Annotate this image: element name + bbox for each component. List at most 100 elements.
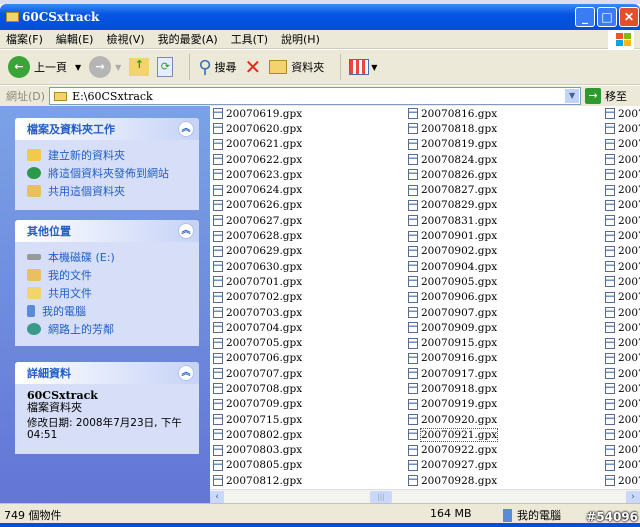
dropdown-arrow-icon[interactable]: ▼: [115, 63, 121, 72]
file-item[interactable]: 2007: [605, 335, 640, 350]
file-item[interactable]: 2007: [605, 381, 640, 396]
file-item[interactable]: 20070917.gpx: [408, 366, 497, 381]
file-item[interactable]: 20070704.gpx: [213, 320, 302, 335]
file-item[interactable]: 2007: [605, 290, 640, 305]
forward-button[interactable]: → ▼: [89, 56, 121, 78]
file-item[interactable]: 2007: [605, 366, 640, 381]
place-my-documents[interactable]: 我的文件: [27, 266, 189, 284]
file-item[interactable]: 20070907.gpx: [408, 305, 497, 320]
title-bar[interactable]: 60CSxtrack _ □ ✕: [0, 4, 640, 30]
collapse-chevron-icon[interactable]: ︽: [178, 365, 194, 381]
sync-button[interactable]: ⟳: [157, 57, 174, 77]
close-button[interactable]: ✕: [619, 7, 639, 27]
file-item[interactable]: 20070927.gpx: [408, 458, 497, 473]
dropdown-arrow-icon[interactable]: ▼: [75, 63, 81, 72]
place-my-computer[interactable]: 我的電腦: [27, 302, 189, 320]
file-item[interactable]: 2007: [605, 244, 640, 259]
file-item[interactable]: 20070803.gpx: [213, 443, 302, 458]
file-item[interactable]: 20070620.gpx: [213, 121, 302, 136]
file-item[interactable]: 20070819.gpx: [408, 137, 497, 152]
file-item[interactable]: 2007: [605, 228, 640, 243]
file-item[interactable]: 20070707.gpx: [213, 366, 302, 381]
go-button[interactable]: → 移至: [585, 88, 627, 104]
file-item[interactable]: 20070805.gpx: [213, 458, 302, 473]
file-item[interactable]: 2007: [605, 137, 640, 152]
file-item[interactable]: 20070622.gpx: [213, 152, 302, 167]
file-item[interactable]: 2007: [605, 305, 640, 320]
file-item[interactable]: 20070921.gpx: [408, 427, 499, 442]
file-item[interactable]: 2007: [605, 412, 640, 427]
up-folder-button[interactable]: ↑: [129, 58, 150, 76]
menu-tools[interactable]: 工具(T): [231, 31, 268, 47]
file-item[interactable]: 20070627.gpx: [213, 213, 302, 228]
file-item[interactable]: 2007: [605, 274, 640, 289]
menu-edit[interactable]: 編輯(E): [56, 31, 94, 47]
task-publish-web[interactable]: 將這個資料夾發佈到網站: [27, 164, 189, 182]
file-item[interactable]: 2007: [605, 473, 640, 488]
horizontal-scrollbar[interactable]: ‹ ||| ›: [210, 489, 640, 503]
folders-button[interactable]: 資料夾: [269, 59, 324, 75]
file-item[interactable]: 20070818.gpx: [408, 121, 497, 136]
file-item[interactable]: 2007: [605, 397, 640, 412]
file-item[interactable]: 20070630.gpx: [213, 259, 302, 274]
file-item[interactable]: 20070826.gpx: [408, 167, 497, 182]
file-item[interactable]: 20070701.gpx: [213, 274, 302, 289]
file-item[interactable]: 20070812.gpx: [213, 473, 302, 488]
address-dropdown-button[interactable]: ▼: [565, 89, 580, 103]
file-item[interactable]: 20070920.gpx: [408, 412, 497, 427]
file-item[interactable]: 20070905.gpx: [408, 274, 497, 289]
file-item[interactable]: 20070623.gpx: [213, 167, 302, 182]
file-item[interactable]: 20070902.gpx: [408, 244, 497, 259]
file-item[interactable]: 20070628.gpx: [213, 228, 302, 243]
menu-view[interactable]: 檢視(V): [106, 31, 144, 47]
maximize-button[interactable]: □: [597, 7, 617, 27]
file-item[interactable]: 20070709.gpx: [213, 397, 302, 412]
file-item[interactable]: 20070916.gpx: [408, 351, 497, 366]
back-button[interactable]: ← 上一頁 ▼: [8, 56, 81, 78]
file-item[interactable]: 20070802.gpx: [213, 427, 302, 442]
place-network[interactable]: 網路上的芳鄰: [27, 320, 189, 338]
file-item[interactable]: 20070703.gpx: [213, 305, 302, 320]
file-item[interactable]: 20070824.gpx: [408, 152, 497, 167]
task-new-folder[interactable]: 建立新的資料夾: [27, 146, 189, 164]
file-item[interactable]: 20070619.gpx: [213, 106, 302, 121]
file-item[interactable]: 20070915.gpx: [408, 335, 497, 350]
file-item[interactable]: 2007: [605, 182, 640, 197]
file-item[interactable]: 20070621.gpx: [213, 137, 302, 152]
file-item[interactable]: 2007: [605, 351, 640, 366]
file-item[interactable]: 20070901.gpx: [408, 228, 497, 243]
delete-button[interactable]: ✕: [245, 55, 262, 79]
place-local-disk[interactable]: 本機磁碟 (E:): [27, 248, 189, 266]
file-item[interactable]: 2007: [605, 198, 640, 213]
file-item[interactable]: 20070928.gpx: [408, 473, 497, 488]
scroll-left-button[interactable]: ‹: [210, 491, 224, 503]
file-item[interactable]: 20070629.gpx: [213, 244, 302, 259]
file-item[interactable]: 20070829.gpx: [408, 198, 497, 213]
collapse-chevron-icon[interactable]: ︽: [178, 223, 194, 239]
file-item[interactable]: 2007: [605, 320, 640, 335]
file-item[interactable]: 2007: [605, 152, 640, 167]
address-input[interactable]: E:\60CSxtrack ▼: [49, 87, 582, 105]
place-shared-documents[interactable]: 共用文件: [27, 284, 189, 302]
file-item[interactable]: 2007: [605, 121, 640, 136]
file-item[interactable]: 20070706.gpx: [213, 351, 302, 366]
file-item[interactable]: 2007: [605, 427, 640, 442]
file-item[interactable]: 20070909.gpx: [408, 320, 497, 335]
panel-header[interactable]: 檔案及資料夾工作 ︽: [15, 118, 199, 140]
file-item[interactable]: 20070708.gpx: [213, 381, 302, 396]
views-button[interactable]: ▼: [349, 59, 377, 75]
scroll-right-button[interactable]: ›: [626, 491, 640, 503]
file-item[interactable]: 20070816.gpx: [408, 106, 497, 121]
scroll-thumb[interactable]: |||: [370, 491, 392, 503]
file-item[interactable]: 2007: [605, 443, 640, 458]
file-item[interactable]: 20070702.gpx: [213, 290, 302, 305]
file-item[interactable]: 20070919.gpx: [408, 397, 497, 412]
file-item[interactable]: 20070705.gpx: [213, 335, 302, 350]
panel-header[interactable]: 其他位置 ︽: [15, 220, 199, 242]
minimize-button[interactable]: _: [575, 7, 595, 27]
panel-header[interactable]: 詳細資料 ︽: [15, 362, 199, 384]
menu-help[interactable]: 說明(H): [281, 31, 320, 47]
file-item[interactable]: 2007: [605, 106, 640, 121]
collapse-chevron-icon[interactable]: ︽: [178, 121, 194, 137]
menu-file[interactable]: 檔案(F): [6, 31, 43, 47]
